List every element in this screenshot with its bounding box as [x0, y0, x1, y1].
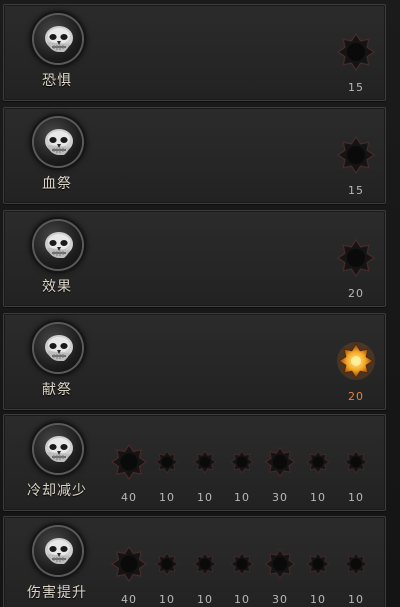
rune-star-icon[interactable]: [306, 450, 330, 474]
skill-panel: 恐惧 15: [3, 4, 386, 101]
rune-star-icon[interactable]: [193, 552, 217, 576]
rune-star-icon[interactable]: [230, 450, 254, 474]
skill-panel: 冷却减少 40 10 10 10 30 10 10: [3, 414, 386, 511]
rune-value: 15: [348, 184, 364, 197]
rune-value: 10: [197, 593, 213, 606]
rune-star-icon[interactable]: [155, 552, 179, 576]
rune-value: 30: [272, 593, 288, 606]
skull-icon[interactable]: [34, 118, 82, 166]
rune-star-icon[interactable]: [336, 32, 376, 72]
skill-panel: 血祭 15: [3, 107, 386, 204]
rune-value: 40: [121, 491, 137, 504]
skill-name: 伤害提升: [27, 585, 87, 601]
skill-panel: 效果 20: [3, 210, 386, 307]
rune-star-icon[interactable]: [110, 443, 148, 481]
rune-value: 30: [272, 491, 288, 504]
skull-icon[interactable]: [34, 221, 82, 269]
rune-star-icon[interactable]: [336, 341, 376, 381]
rune-star-icon[interactable]: [336, 135, 376, 175]
rune-star-icon[interactable]: [336, 238, 376, 278]
rune-value: 10: [348, 593, 364, 606]
rune-star-icon[interactable]: [344, 450, 368, 474]
rune-value: 10: [234, 491, 250, 504]
skull-icon[interactable]: [34, 324, 82, 372]
skill-name: 献祭: [42, 382, 72, 398]
rune-star-icon[interactable]: [344, 552, 368, 576]
rune-value: 20: [348, 390, 364, 403]
skill-name: 冷却减少: [27, 483, 87, 499]
skill-name: 恐惧: [42, 73, 72, 89]
skull-icon[interactable]: [34, 15, 82, 63]
rune-value: 40: [121, 593, 137, 606]
skill-rune-list: 恐惧 15 血祭 15 效果 20 献祭 20 冷却减少 40 10 10 10…: [0, 0, 400, 607]
skill-name: 效果: [42, 279, 72, 295]
rune-value: 10: [310, 491, 326, 504]
rune-value: 15: [348, 81, 364, 94]
rune-star-icon[interactable]: [193, 450, 217, 474]
rune-star-icon[interactable]: [155, 450, 179, 474]
rune-value: 10: [234, 593, 250, 606]
rune-star-icon[interactable]: [264, 548, 296, 580]
rune-value: 10: [159, 491, 175, 504]
skill-name: 血祭: [42, 176, 72, 192]
rune-star-icon[interactable]: [264, 446, 296, 478]
rune-value: 10: [348, 491, 364, 504]
skull-icon[interactable]: [34, 425, 82, 473]
rune-star-icon[interactable]: [306, 552, 330, 576]
skill-panel: 伤害提升 40 10 10 10 30 10 10: [3, 516, 386, 607]
skull-icon[interactable]: [34, 527, 82, 575]
rune-value: 10: [310, 593, 326, 606]
rune-star-icon[interactable]: [230, 552, 254, 576]
rune-star-icon[interactable]: [110, 545, 148, 583]
rune-value: 10: [197, 491, 213, 504]
skill-panel: 献祭 20: [3, 313, 386, 410]
rune-value: 20: [348, 287, 364, 300]
rune-value: 10: [159, 593, 175, 606]
